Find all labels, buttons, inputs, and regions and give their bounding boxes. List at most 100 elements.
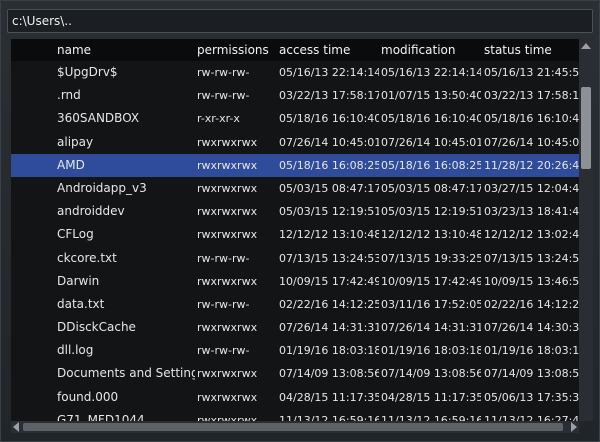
file-modification-time: 05/03/15 08:47:17 [381,181,481,195]
file-status-time: 01/19/16 18:03:18 [484,344,579,358]
file-name: dll.log [57,343,94,358]
file-permissions: rw-rw-rw- [197,89,250,103]
file-permissions: rwxrwxrwx [197,321,258,335]
file-status-time: 11/28/12 20:26:42 [484,158,579,172]
file-name: AMD [57,157,85,172]
file-permissions: rwxrwxrwx [197,228,258,242]
file-row[interactable]: data.txt rw-rw-rw- 02/22/16 14:12:25 03/11/… [11,293,579,316]
column-header-access-time[interactable]: access time [279,39,350,61]
file-permissions: rwxrwxrwx [197,181,258,195]
file-modification-time: 07/14/09 13:08:56 [381,367,481,381]
file-name: Darwin [57,273,100,288]
file-status-time: 05/06/13 17:35:31 [484,390,579,404]
file-name: Androidapp_v3 [57,180,147,195]
file-name: data.txt [57,296,105,311]
horizontal-scrollbar[interactable] [11,421,579,433]
path-input[interactable]: c:\Users\.. [7,9,593,33]
file-access-time: 07/26/14 10:45:01 [279,135,379,149]
scroll-up-icon[interactable] [581,43,591,49]
file-access-time: 01/19/16 18:03:18 [279,344,379,358]
file-permissions: rwxrwxrwx [197,205,258,219]
file-modification-time: 07/26/14 14:31:31 [381,321,481,335]
file-row[interactable]: alipay rwxrwxrwx 07/26/14 10:45:01 07/26/14… [11,131,579,154]
file-row[interactable]: $UpgDrv$ rw-rw-rw- 05/16/13 22:14:14 05/16/… [11,61,579,84]
file-access-time: 07/26/14 14:31:31 [279,321,379,335]
file-row[interactable]: G71_MFD1044 rwxrwxrwx 11/13/12 16:59:16 11/… [11,409,579,421]
file-row[interactable]: Androidapp_v3 rwxrwxrwx 05/03/15 08:47:17 0… [11,177,579,200]
file-list-panel: name permissions access time modificatio… [11,39,579,421]
file-status-time: 07/26/14 14:30:32 [484,321,579,335]
file-modification-time: 11/13/12 16:59:16 [381,413,481,421]
scroll-right-icon[interactable] [571,422,577,432]
column-header-bar: name permissions access time modificatio… [11,39,579,61]
file-permissions: rwxrwxrwx [197,413,258,421]
file-access-time: 02/22/16 14:12:25 [279,297,379,311]
file-access-time: 05/03/15 12:19:51 [279,205,379,219]
file-row[interactable]: Darwin rwxrwxrwx 10/09/15 17:42:49 10/09/15… [11,270,579,293]
file-permissions: rw-rw-rw- [197,66,250,79]
scroll-left-icon[interactable] [13,422,19,432]
file-modification-time: 07/26/14 10:45:01 [381,135,481,149]
file-row[interactable]: dll.log rw-rw-rw- 01/19/16 18:03:18 01/19/1… [11,339,579,362]
file-name: ckcore.txt [57,250,117,265]
file-name: found.000 [57,389,119,404]
file-rows: $UpgDrv$ rw-rw-rw- 05/16/13 22:14:14 05/16/… [11,61,579,421]
column-header-name[interactable]: name [57,39,91,61]
file-access-time: 05/18/16 16:10:40 [279,112,379,126]
file-row[interactable]: found.000 rwxrwxrwx 04/28/15 11:17:35 04/28… [11,386,579,409]
file-permissions: rwxrwxrwx [197,158,258,172]
file-browser-window: c:\Users\.. name permissions access time… [0,0,600,442]
file-name: G71_MFD1044 [57,412,145,421]
file-access-time: 07/14/09 13:08:56 [279,367,379,381]
column-header-modification[interactable]: modification [381,39,455,61]
file-permissions: rwxrwxrwx [197,367,258,381]
file-row[interactable]: ckcore.txt rw-rw-rw- 07/13/15 13:24:53 07/1… [11,247,579,270]
file-row[interactable]: androiddev rwxrwxrwx 05/03/15 12:19:51 05/0… [11,200,579,223]
file-status-time: 07/26/14 10:45:01 [484,135,579,149]
file-name: CFLog [57,227,94,242]
file-permissions: rw-rw-rw- [197,344,250,358]
file-row[interactable]: .rnd rw-rw-rw- 03/22/13 17:58:17 01/07/15 1… [11,84,579,107]
file-access-time: 05/03/15 08:47:17 [279,181,379,195]
file-modification-time: 03/11/16 17:52:05 [381,297,481,311]
column-header-status-time[interactable]: status time [484,39,552,61]
file-modification-time: 10/09/15 17:42:49 [381,274,481,288]
file-modification-time: 05/16/13 22:14:14 [381,66,481,79]
file-access-time: 04/28/15 11:17:35 [279,390,379,404]
vertical-scroll-thumb[interactable] [581,87,591,169]
file-permissions: rwxrwxrwx [197,274,258,288]
file-permissions: rwxrwxrwx [197,390,258,404]
file-modification-time: 05/18/16 16:08:25 [381,158,481,172]
file-access-time: 05/18/16 16:08:25 [279,158,379,172]
file-modification-time: 01/07/15 13:50:40 [381,89,481,103]
file-status-time: 03/27/15 12:04:47 [484,181,579,195]
column-header-permissions[interactable]: permissions [197,39,269,61]
horizontal-scroll-thumb[interactable] [23,423,563,431]
file-status-time: 05/18/16 16:10:40 [484,112,579,126]
file-status-time: 12/12/12 13:02:42 [484,228,579,242]
file-row[interactable]: Documents and Settings rwxrwxrwx 07/14/09 … [11,362,579,385]
file-status-time: 11/13/12 16:27:49 [484,413,579,421]
file-name: androiddev [57,204,125,219]
file-access-time: 11/13/12 16:59:16 [279,413,379,421]
file-status-time: 05/16/13 21:45:52 [484,66,579,79]
file-modification-time: 04/28/15 11:17:35 [381,390,481,404]
file-permissions: rw-rw-rw- [197,251,250,265]
file-status-time: 03/22/13 17:58:17 [484,89,579,103]
file-status-time: 07/13/15 13:24:53 [484,251,579,265]
file-permissions: rwxrwxrwx [197,135,258,149]
file-permissions: rw-rw-rw- [197,297,250,311]
file-name: Documents and Settings [57,366,195,381]
file-row[interactable]: 360SANDBOX r-xr-xr-x 05/18/16 16:10:40 05/1… [11,107,579,130]
file-status-time: 07/14/09 13:08:56 [484,367,579,381]
file-row[interactable]: DDisckCache rwxrwxrwx 07/26/14 14:31:31 07/… [11,316,579,339]
file-name: .rnd [57,88,81,103]
file-row[interactable]: CFLog rwxrwxrwx 12/12/12 13:10:48 12/12/12 … [11,223,579,246]
file-access-time: 07/13/15 13:24:53 [279,251,379,265]
file-permissions: r-xr-xr-x [197,112,240,126]
file-modification-time: 01/19/16 18:03:18 [381,344,481,358]
file-row[interactable]: AMD rwxrwxrwx 05/18/16 16:08:25 05/18/16 16… [11,153,579,177]
file-status-time: 02/22/16 14:12:25 [484,297,579,311]
file-modification-time: 05/18/16 16:10:40 [381,112,481,126]
vertical-scrollbar[interactable] [579,39,593,421]
